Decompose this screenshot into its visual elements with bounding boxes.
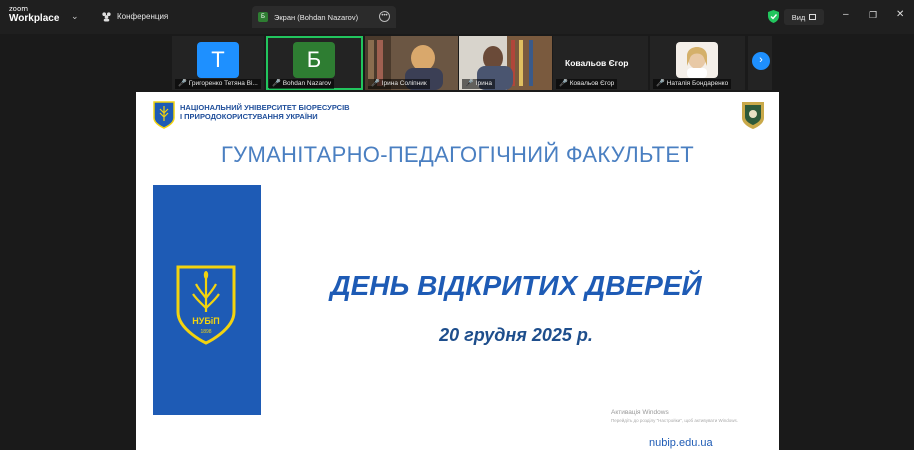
grid-icon <box>809 14 817 20</box>
mic-muted-icon: 🎤 <box>465 80 474 87</box>
participant-tile-video[interactable]: 🎤 Ірина <box>459 36 552 90</box>
website-url: nubip.edu.ua <box>649 437 713 449</box>
chevron-down-icon[interactable]: ⌄ <box>71 11 79 22</box>
conference-label: Конференция <box>117 12 169 21</box>
participant-strip: Т 🎤 Григоренко Тетяна Ві... Б 🎤 Bohdan N… <box>0 34 914 90</box>
zoom-window: zoom Workplace ⌄ Конференция Б Экран (Bo… <box>0 0 914 450</box>
conference-menu[interactable]: Конференция <box>101 11 168 22</box>
encryption-shield-icon[interactable] <box>768 10 779 23</box>
avatar: Т <box>197 42 239 78</box>
mic-muted-icon: 🎤 <box>178 80 187 87</box>
logo-bottom-text: Workplace <box>9 13 60 24</box>
restore-icon[interactable]: ❐ <box>869 10 877 20</box>
participant-name: 🎤 Ірина <box>462 79 495 89</box>
emblem-year: 1898 <box>200 329 211 335</box>
mic-muted-icon: 🎤 <box>559 80 568 87</box>
participant-name-text: Ковальов Єгор <box>569 80 615 87</box>
faculty-title: ГУМАНІТАРНО-ПЕДАГОГІЧНИЙ ФАКУЛЬТЕТ <box>220 142 695 167</box>
university-line1: НАЦІОНАЛЬНИЙ УНІВЕРСИТЕТ БІОРЕСУРСІВ <box>180 103 350 112</box>
university-line2: І ПРИРОДОКОРИСТУВАННЯ УКРАЇНИ <box>180 112 318 121</box>
university-name: НАЦІОНАЛЬНИЙ УНІВЕРСИТЕТ БІОРЕСУРСІВ І П… <box>180 103 350 121</box>
participant-name: 🎤 Bohdan Nazarov <box>269 79 335 89</box>
participant-name-text: Ірина <box>475 80 492 87</box>
participant-name-text: Григоренко Тетяна Ві... <box>188 80 258 87</box>
participant-name: 🎤 Ковальов Єгор <box>556 79 618 89</box>
close-icon[interactable]: ✕ <box>896 10 904 20</box>
shared-screen-slide: НАЦІОНАЛЬНИЙ УНІВЕРСИТЕТ БІОРЕСУРСІВ І П… <box>136 92 779 450</box>
faculty-crest-icon <box>742 102 764 129</box>
participant-name-text: Наталія Бондаренко <box>666 80 729 87</box>
participant-name-text: Ірина Соліпник <box>381 80 427 87</box>
mic-muted-icon: 🎤 <box>656 80 665 87</box>
view-button[interactable]: Вид <box>784 9 824 25</box>
nubip-small-emblem <box>153 101 175 129</box>
next-page-button[interactable]: › <box>752 52 770 70</box>
mic-muted-icon: 🎤 <box>272 80 281 87</box>
participant-name: 🎤 Наталія Бондаренко <box>653 79 732 89</box>
tab-label: Экран (Bohdan Nazarov) <box>274 12 359 22</box>
participant-tile-video[interactable]: 🎤 Ірина Соліпник <box>365 36 458 90</box>
participant-tile[interactable]: 🎤 Наталія Бондаренко <box>650 36 745 90</box>
participant-name: 🎤 Григоренко Тетяна Ві... <box>175 79 261 89</box>
participant-tile[interactable]: Т 🎤 Григоренко Тетяна Ві... <box>172 36 264 90</box>
tab-screen-share[interactable]: Б Экран (Bohdan Nazarov) ••• <box>252 6 396 28</box>
avatar: Б <box>293 42 335 78</box>
share-icon: Б <box>258 12 268 22</box>
participant-tile-active[interactable]: Б 🎤 Bohdan Nazarov <box>266 36 363 90</box>
nubip-emblem: НУБіП 1898 <box>176 265 236 345</box>
emblem-text: НУБіП <box>192 316 220 326</box>
participant-display-name: Ковальов Єгор <box>565 58 629 68</box>
windows-activation-title: Активація Windows <box>611 409 669 416</box>
participant-name-text: Bohdan Nazarov <box>282 80 332 87</box>
zoom-logo[interactable]: zoom Workplace <box>9 6 59 24</box>
logo-top-text: zoom <box>9 5 29 13</box>
participant-tile[interactable]: Ковальов Єгор 🎤 Ковальов Єгор <box>553 36 648 90</box>
minimize-icon[interactable]: – <box>843 10 849 20</box>
more-icon[interactable]: ••• <box>379 11 390 22</box>
slide-title: ДЕНЬ ВІДКРИТИХ ДВЕРЕЙ <box>330 270 702 301</box>
participants-icon <box>102 12 111 22</box>
windows-activation-sub: Перейдіть до розділу "Настройки", щоб ак… <box>611 418 739 423</box>
participant-name: 🎤 Ірина Соліпник <box>368 79 430 89</box>
mic-muted-icon: 🎤 <box>371 80 380 87</box>
title-bar: zoom Workplace ⌄ Конференция Б Экран (Bo… <box>0 0 914 34</box>
view-label: Вид <box>791 12 806 22</box>
slide-date: 20 грудня 2025 р. <box>439 325 593 345</box>
